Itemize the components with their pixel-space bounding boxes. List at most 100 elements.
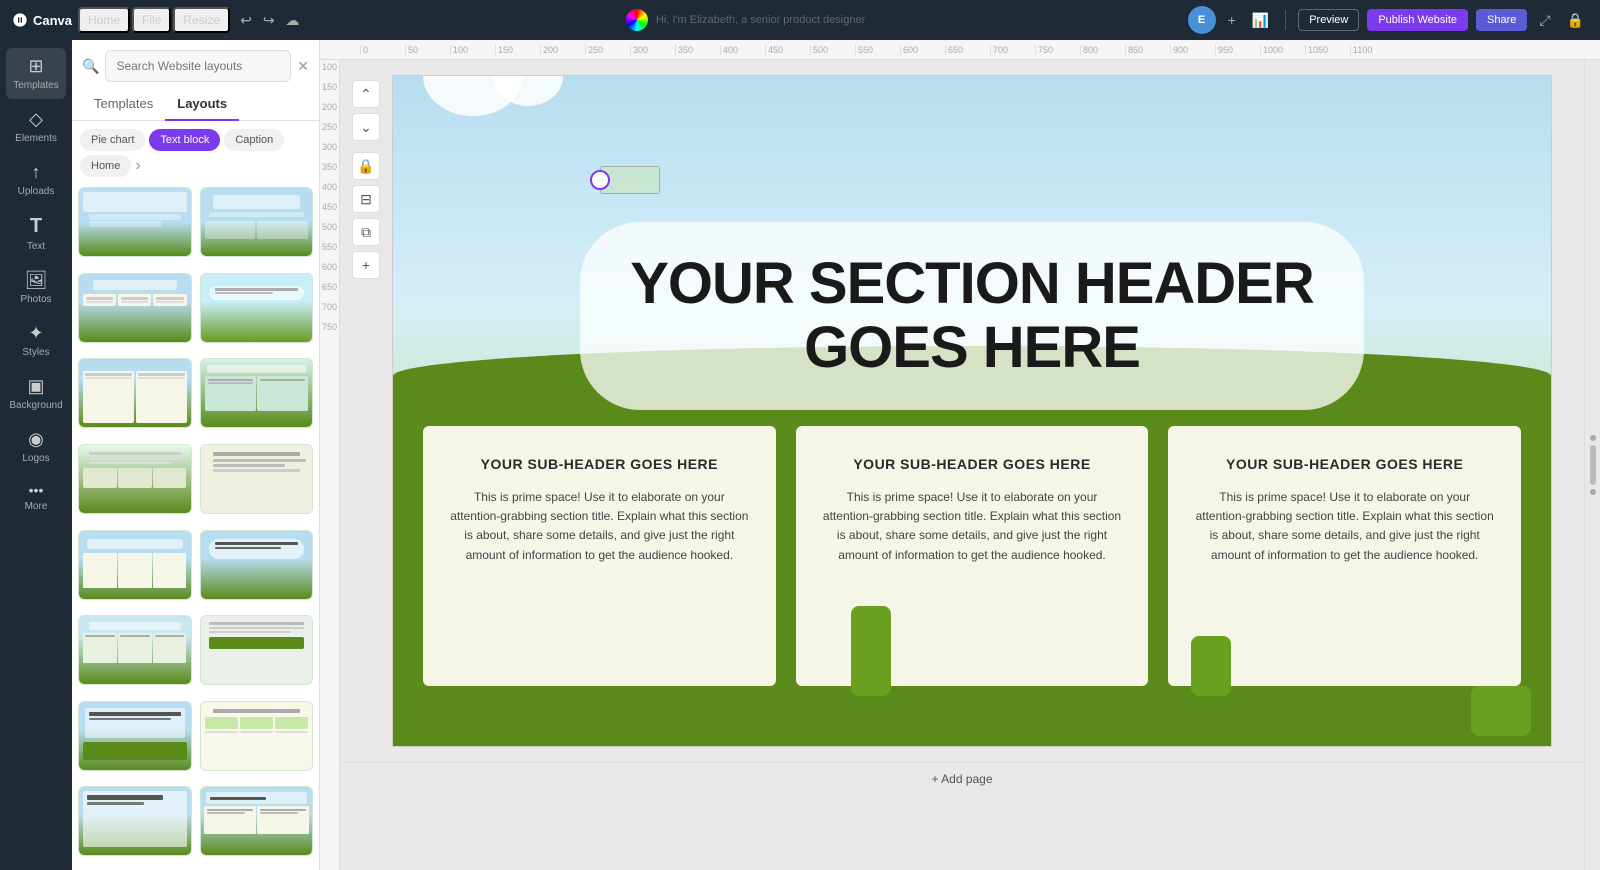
layout-thumb[interactable] [200, 530, 314, 600]
publish-button[interactable]: Publish Website [1367, 9, 1468, 31]
layout-thumb[interactable] [78, 530, 192, 600]
sidebar-item-photos[interactable]: 🖼 Photos [6, 262, 66, 313]
section-header: YOUR SECTION HEADER GOES HERE [630, 252, 1314, 380]
layout-thumb[interactable] [200, 358, 314, 428]
expand-icon[interactable]: ⤢ [1535, 10, 1554, 31]
canvas-tool-lock[interactable]: 🔒 [352, 152, 380, 180]
scroll-thumb[interactable] [1590, 445, 1596, 485]
cloud-save-button[interactable]: ☁ [282, 10, 304, 31]
ruler-mark: 700 [990, 45, 1035, 55]
file-menu-item[interactable]: File [132, 7, 171, 33]
ruler-mark: 350 [675, 45, 720, 55]
card-body-1: This is prime space! Use it to elaborate… [448, 488, 751, 565]
layout-thumb[interactable] [78, 187, 192, 257]
card-subheader-2: YOUR SUB-HEADER GOES HERE [821, 456, 1124, 472]
sidebar-item-templates[interactable]: ⊞ Templates [6, 48, 66, 99]
filter-arrow-right[interactable]: › [135, 155, 140, 177]
filter-text-block[interactable]: Text block [149, 129, 220, 151]
logos-label: Logos [22, 453, 49, 464]
layout-thumb[interactable] [200, 187, 314, 257]
more-icon: ••• [29, 482, 44, 498]
share-button[interactable]: Share [1476, 9, 1527, 31]
sidebar-item-styles[interactable]: ✦ Styles [6, 315, 66, 366]
green-accent-3 [1471, 686, 1531, 736]
sidebar-item-text[interactable]: T Text [6, 207, 66, 260]
clear-search-icon[interactable]: ✕ [297, 58, 309, 75]
canvas-area: 0 50 100 150 200 250 300 350 400 450 500… [320, 40, 1600, 870]
sidebar-item-elements[interactable]: ◇ Elements [6, 101, 66, 152]
add-page-bar: + Add page [340, 762, 1584, 794]
templates-label: Templates [13, 80, 59, 91]
search-icon: 🔍 [82, 58, 99, 75]
ruler-mark: 400 [720, 45, 765, 55]
resize-menu-item[interactable]: Resize [173, 7, 230, 33]
sidebar-item-logos[interactable]: ◉ Logos [6, 421, 66, 472]
undo-redo-group: ↩ ↪ ☁ [236, 10, 303, 31]
layout-thumb[interactable] [200, 786, 314, 856]
ruler-mark: 200 [540, 45, 585, 55]
ruler-top: 0 50 100 150 200 250 300 350 400 450 500… [320, 40, 1600, 60]
layout-thumb[interactable] [78, 701, 192, 771]
elements-label: Elements [15, 133, 57, 144]
text-label: Text [27, 241, 45, 252]
add-collaborator-button[interactable]: + [1224, 10, 1240, 30]
photos-label: Photos [20, 294, 51, 305]
ruler-mark: 850 [1125, 45, 1170, 55]
layout-thumb[interactable] [200, 701, 314, 771]
content-card-1: YOUR SUB-HEADER GOES HERE This is prime … [423, 426, 776, 686]
canvas-tool-add[interactable]: + [352, 251, 380, 279]
filter-caption[interactable]: Caption [224, 129, 284, 151]
uploads-label: Uploads [18, 186, 55, 197]
layout-thumb[interactable] [78, 273, 192, 343]
user-greeting: Hi, I'm Elizabeth, a senior product desi… [656, 14, 865, 26]
lock-icon[interactable]: 🔒 [1563, 10, 1588, 31]
scroll-dot-bottom [1590, 489, 1596, 495]
ruler-mark: 650 [945, 45, 990, 55]
ruler-mark: 750 [1035, 45, 1080, 55]
layout-thumb[interactable] [200, 615, 314, 685]
sidebar-item-background[interactable]: ▣ Background [6, 368, 66, 419]
ruler-mark: 950 [1215, 45, 1260, 55]
preview-button[interactable]: Preview [1298, 9, 1359, 31]
color-picker-circle[interactable] [626, 9, 648, 31]
drag-handle[interactable] [590, 170, 610, 190]
canvas-scroll[interactable]: ⌃ ⌄ 🔒 ⊟ ⧉ + [340, 60, 1584, 870]
layout-thumb[interactable] [78, 358, 192, 428]
filter-home[interactable]: Home [80, 155, 131, 177]
photos-icon: 🖼 [25, 270, 48, 291]
redo-button[interactable]: ↪ [259, 10, 279, 31]
ruler-mark: 1050 [1305, 45, 1350, 55]
filter-pie-chart[interactable]: Pie chart [80, 129, 145, 151]
canvas-tool-collapse[interactable]: ⌃ [352, 80, 380, 108]
layout-thumb[interactable] [78, 444, 192, 514]
add-page-button[interactable]: + Add page [931, 772, 992, 786]
canvas-left-tools: ⌃ ⌄ 🔒 ⊟ ⧉ + [352, 80, 380, 279]
header-line1: YOUR SECTION HEADER [630, 252, 1314, 316]
tab-layouts[interactable]: Layouts [165, 88, 239, 121]
layout-thumb[interactable] [200, 444, 314, 514]
tab-templates[interactable]: Templates [82, 88, 165, 121]
filter-tabs: Pie chart Text block Caption Home › [72, 121, 319, 181]
layout-thumb[interactable] [200, 273, 314, 343]
green-accent-2 [1191, 636, 1231, 696]
analytics-button[interactable]: 📊 [1248, 10, 1273, 31]
canvas-tool-grid[interactable]: ⊟ [352, 185, 380, 213]
brand-logo[interactable]: Canva [12, 12, 72, 28]
search-input[interactable] [105, 50, 291, 82]
ruler-mark: 250 [585, 45, 630, 55]
canvas-tool-layers[interactable]: ⧉ [352, 218, 380, 246]
sidebar-item-uploads[interactable]: ↑ Uploads [6, 154, 66, 205]
ruler-mark: 150 [495, 45, 540, 55]
speech-bubble: YOUR SECTION HEADER GOES HERE [580, 222, 1364, 410]
card-body-3: This is prime space! Use it to elaborate… [1193, 488, 1496, 565]
layout-thumb[interactable] [78, 615, 192, 685]
sidebar-item-more[interactable]: ••• More [6, 474, 66, 520]
main-area: ⊞ Templates ◇ Elements ↑ Uploads T Text … [0, 40, 1600, 870]
card-body-2: This is prime space! Use it to elaborate… [821, 488, 1124, 565]
background-label: Background [9, 400, 62, 411]
icon-sidebar: ⊞ Templates ◇ Elements ↑ Uploads T Text … [0, 40, 72, 870]
layout-thumb[interactable] [78, 786, 192, 856]
canvas-tool-expand[interactable]: ⌄ [352, 113, 380, 141]
undo-button[interactable]: ↩ [236, 10, 256, 31]
home-menu-item[interactable]: Home [78, 7, 130, 33]
